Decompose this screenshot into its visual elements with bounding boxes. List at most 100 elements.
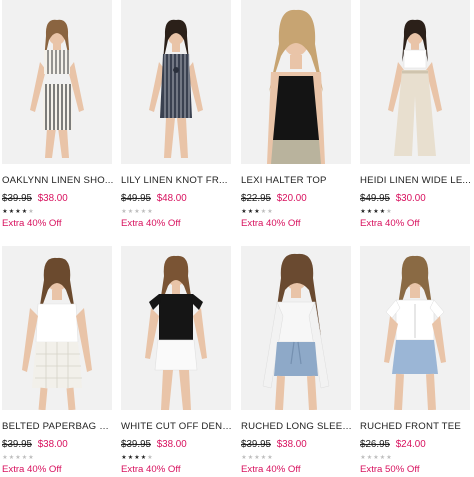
star-filled-icon: ★ — [127, 455, 134, 461]
rating-stars[interactable]: ★ ★ ★ ★ ★ — [2, 209, 114, 215]
product-name[interactable]: WHITE CUT OFF DENI... — [121, 421, 233, 433]
promo-label: Extra 40% Off — [241, 218, 301, 229]
star-filled-icon: ★ — [360, 209, 366, 215]
product-card[interactable]: HEIDI LINEN WIDE LE... $49.95 $30.00 ★ ★ ★… — [360, 0, 472, 230]
star-empty-icon: ★ — [140, 209, 147, 215]
product-prices: $39.95 $38.00 — [241, 439, 353, 451]
product-grid: OAKLYNN LINEN SHO... $39.95 $38.00 ★ ★ ★ ★ ★… — [0, 0, 474, 477]
original-price: $39.95 — [121, 439, 151, 450]
original-price: $22.95 — [241, 193, 271, 204]
rating-stars[interactable]: ★ ★ ★ ★ ★ — [241, 455, 353, 461]
product-name[interactable]: LILY LINEN KNOT FR... — [121, 175, 233, 187]
sale-price: $38.00 — [276, 439, 307, 450]
star-filled-icon: ★ — [134, 455, 140, 461]
original-price: $39.95 — [2, 439, 32, 450]
star-empty-icon: ★ — [147, 209, 153, 215]
product-card[interactable]: RUCHED FRONT TEE $26.95 $24.00 ★ ★ ★ ★ ★ Ext… — [360, 246, 472, 476]
product-image[interactable] — [2, 0, 112, 164]
rating-stars[interactable]: ★ ★ ★ ★ ★ — [360, 455, 472, 461]
product-card[interactable]: WHITE CUT OFF DENI... $39.95 $38.00 ★ ★ ★ ★… — [121, 246, 233, 476]
star-filled-icon: ★ — [15, 209, 21, 215]
product-image[interactable] — [121, 0, 231, 164]
product-prices: $49.95 $48.00 — [121, 193, 233, 205]
sale-price: $24.00 — [395, 439, 426, 450]
star-empty-icon: ★ — [247, 455, 254, 461]
product-image[interactable] — [241, 0, 351, 164]
product-prices: $22.95 $20.00 — [241, 193, 353, 205]
original-price: $26.95 — [360, 439, 390, 450]
original-price: $49.95 — [360, 193, 390, 204]
product-name[interactable]: OAKLYNN LINEN SHO... — [2, 175, 114, 187]
product-card[interactable]: OAKLYNN LINEN SHO... $39.95 $38.00 ★ ★ ★ ★ ★… — [2, 0, 114, 230]
star-filled-icon: ★ — [247, 209, 254, 215]
star-filled-icon: ★ — [121, 455, 127, 461]
promo-label: Extra 40% Off — [2, 218, 62, 229]
promo-label: Extra 40% Off — [121, 218, 181, 229]
rating-stars[interactable]: ★ ★ ★ ★ ★ — [121, 455, 233, 461]
star-filled-icon: ★ — [366, 209, 373, 215]
product-card[interactable]: LILY LINEN KNOT FR... $49.95 $48.00 ★ ★ ★ ★… — [121, 0, 233, 230]
original-price: $39.95 — [2, 193, 32, 204]
star-empty-icon: ★ — [8, 455, 15, 461]
star-empty-icon: ★ — [260, 209, 267, 215]
product-prices: $39.95 $38.00 — [2, 439, 114, 451]
product-prices: $39.95 $38.00 — [2, 193, 114, 205]
star-empty-icon: ★ — [2, 455, 8, 461]
star-empty-icon: ★ — [379, 455, 386, 461]
star-empty-icon: ★ — [147, 455, 153, 461]
rating-stars[interactable]: ★ ★ ★ ★ ★ — [121, 209, 233, 215]
promo-label: Extra 40% Off — [121, 464, 181, 475]
sale-price: $20.00 — [276, 193, 307, 204]
product-name[interactable]: HEIDI LINEN WIDE LE... — [360, 175, 472, 187]
product-name[interactable]: LEXI HALTER TOP — [241, 175, 353, 187]
star-empty-icon: ★ — [366, 455, 373, 461]
promo-label: Extra 40% Off — [360, 218, 420, 229]
sale-price: $38.00 — [37, 193, 68, 204]
original-price: $49.95 — [121, 193, 151, 204]
star-empty-icon: ★ — [28, 455, 34, 461]
rating-stars[interactable]: ★ ★ ★ ★ ★ — [360, 209, 472, 215]
star-empty-icon: ★ — [360, 455, 366, 461]
star-empty-icon: ★ — [260, 455, 267, 461]
star-filled-icon: ★ — [373, 209, 379, 215]
star-empty-icon: ★ — [127, 209, 134, 215]
rating-stars[interactable]: ★ ★ ★ ★ ★ — [2, 455, 114, 461]
product-prices: $49.95 $30.00 — [360, 193, 472, 205]
star-filled-icon: ★ — [140, 455, 147, 461]
sale-price: $48.00 — [156, 193, 187, 204]
star-empty-icon: ★ — [15, 455, 21, 461]
rating-stars[interactable]: ★ ★ ★ ★ ★ — [241, 209, 353, 215]
promo-label: Extra 40% Off — [2, 464, 62, 475]
product-image[interactable] — [241, 246, 351, 410]
product-name[interactable]: BELTED PAPERBAG S... — [2, 421, 114, 433]
original-price: $39.95 — [241, 439, 271, 450]
product-card[interactable]: BELTED PAPERBAG S... $39.95 $38.00 ★ ★ ★ ★ ★… — [2, 246, 114, 476]
star-filled-icon: ★ — [241, 209, 247, 215]
product-image[interactable] — [360, 0, 470, 164]
product-image[interactable] — [2, 246, 112, 410]
star-filled-icon: ★ — [21, 209, 28, 215]
promo-label: Extra 50% Off — [360, 464, 420, 475]
sale-price: $38.00 — [37, 439, 68, 450]
sale-price: $38.00 — [156, 439, 187, 450]
star-empty-icon: ★ — [121, 209, 127, 215]
product-prices: $39.95 $38.00 — [121, 439, 233, 451]
product-image[interactable] — [360, 246, 470, 410]
star-empty-icon: ★ — [21, 455, 28, 461]
promo-label: Extra 40% Off — [241, 464, 301, 475]
star-empty-icon: ★ — [386, 455, 392, 461]
product-name[interactable]: RUCHED LONG SLEEV... — [241, 421, 353, 433]
star-filled-icon: ★ — [2, 209, 8, 215]
product-name[interactable]: RUCHED FRONT TEE — [360, 421, 472, 433]
product-image[interactable] — [121, 246, 231, 410]
product-card[interactable]: LEXI HALTER TOP $22.95 $20.00 ★ ★ ★ ★ ★ Extr… — [241, 0, 353, 230]
product-card[interactable]: RUCHED LONG SLEEV... $39.95 $38.00 ★ ★ ★ ★ ★… — [241, 246, 353, 476]
sale-price: $30.00 — [395, 193, 426, 204]
star-empty-icon: ★ — [267, 209, 273, 215]
star-filled-icon: ★ — [379, 209, 386, 215]
star-empty-icon: ★ — [134, 209, 140, 215]
product-prices: $26.95 $24.00 — [360, 439, 472, 451]
star-empty-icon: ★ — [254, 455, 260, 461]
star-empty-icon: ★ — [373, 455, 379, 461]
star-empty-icon: ★ — [267, 455, 273, 461]
